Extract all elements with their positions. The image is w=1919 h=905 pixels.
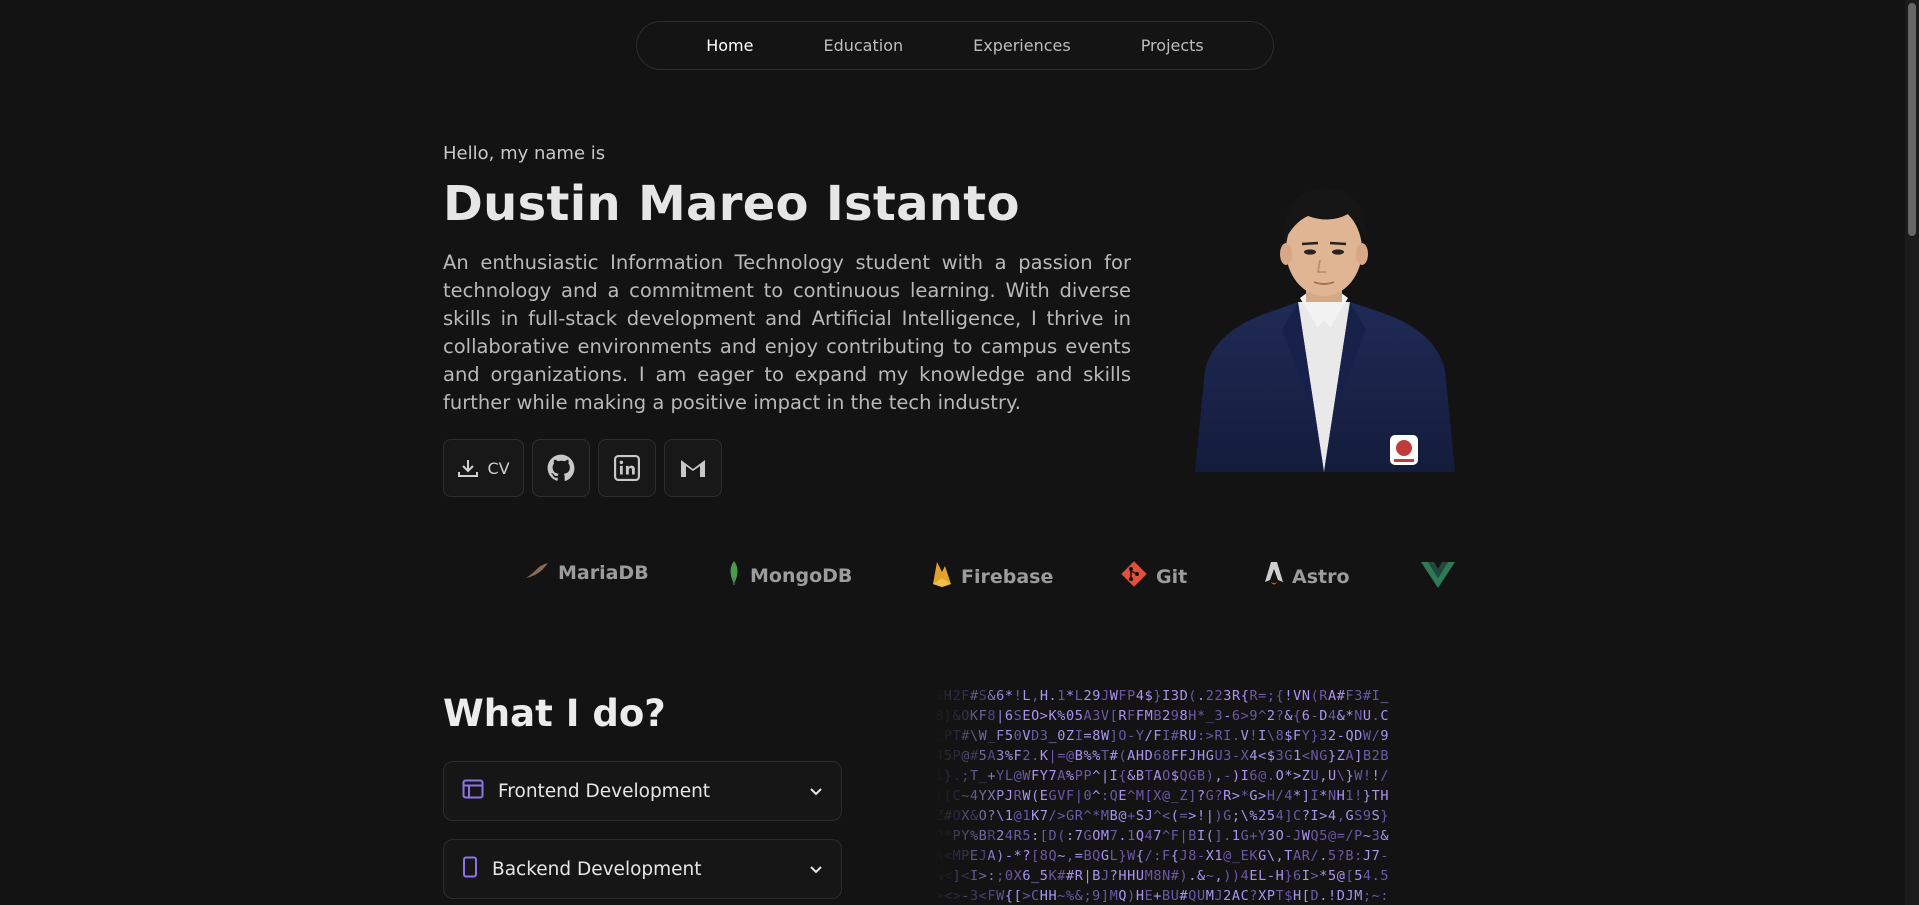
page-scrollbar[interactable] [1905, 0, 1919, 905]
browser-window-icon [462, 779, 484, 804]
nav-home[interactable]: Home [671, 36, 788, 55]
scrollbar-thumb[interactable] [1908, 3, 1916, 236]
tech-item-git: Git [1120, 560, 1187, 590]
firebase-icon [931, 560, 953, 590]
linkedin-button[interactable] [598, 439, 656, 497]
nav-projects[interactable]: Projects [1106, 36, 1239, 55]
top-navigation: Home Education Experiences Projects [636, 21, 1274, 70]
profile-photo [1195, 188, 1455, 472]
greeting: Hello, my name is [443, 143, 606, 164]
tech-item-mongodb: MongoDB [726, 560, 852, 590]
mongodb-icon [726, 560, 742, 590]
vue-icon [1420, 560, 1456, 590]
github-button[interactable] [532, 439, 590, 497]
mobile-device-icon [462, 856, 478, 883]
accordion-frontend[interactable]: Frontend Development [443, 761, 842, 821]
nav-experiences[interactable]: Experiences [938, 36, 1106, 55]
tech-item-mariadb: MariaDB [524, 560, 649, 585]
github-icon [547, 454, 575, 482]
nav-education[interactable]: Education [788, 36, 938, 55]
chevron-down-icon [809, 859, 823, 880]
mariadb-icon [524, 560, 550, 585]
gmail-icon [679, 457, 707, 479]
tech-label: Git [1156, 565, 1188, 588]
tech-stack-strip: MariaDB MongoDB Firebase Git Astro [520, 560, 1460, 590]
accordion-label: Frontend Development [498, 780, 711, 802]
tech-label: Astro [1292, 565, 1350, 588]
code-matrix-animation: 5H2F#S&6*!L,H.1*L29JWFP4$}I3D(.223R{R=;{… [935, 686, 1470, 905]
astro-icon [1264, 560, 1284, 590]
tech-item-firebase: Firebase [931, 560, 1053, 590]
tech-label: MongoDB [750, 564, 853, 587]
download-icon [457, 458, 479, 478]
social-links: CV [443, 439, 722, 497]
gmail-button[interactable] [664, 439, 722, 497]
hero-bio: An enthusiastic Information Technology s… [443, 251, 1131, 414]
accordion-label: Backend Development [492, 858, 702, 880]
tech-item-astro: Astro [1264, 560, 1350, 590]
git-icon [1120, 560, 1148, 590]
accordion-backend[interactable]: Backend Development [443, 839, 842, 899]
chevron-down-icon [809, 781, 823, 802]
cv-label: CV [487, 458, 510, 478]
tech-item-vue [1420, 560, 1456, 590]
tech-label: Firebase [961, 565, 1054, 588]
services-heading: What I do? [443, 692, 666, 735]
linkedin-icon [614, 455, 640, 481]
hero-name: Dustin Mareo Istanto [443, 176, 1020, 232]
download-cv-button[interactable]: CV [443, 439, 524, 497]
tech-label: MariaDB [558, 561, 649, 584]
